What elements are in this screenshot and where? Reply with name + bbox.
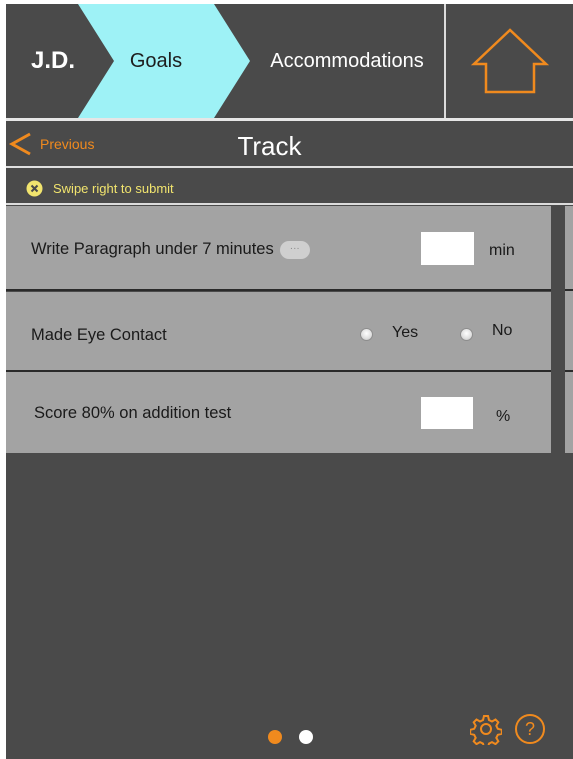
track-screen: J.D. Goals Accommodations Previous Track (6, 4, 573, 759)
next-card-peek (565, 206, 573, 453)
nav-bar: Previous Track (6, 121, 573, 169)
help-circle-icon: ? (515, 714, 545, 744)
score-unit: % (496, 408, 511, 425)
home-icon (470, 28, 549, 94)
row-divider (6, 289, 551, 291)
close-circle-icon (26, 180, 43, 196)
radio-yes-label: Yes (392, 324, 419, 341)
swipe-hint: Swipe right to submit (26, 178, 174, 198)
goal-label: Made Eye Contact (31, 326, 167, 344)
goal-label-text: Write Paragraph under 7 minutes (31, 240, 274, 258)
duration-unit: min (489, 242, 515, 259)
duration-input[interactable] (421, 232, 474, 265)
radio-no[interactable] (460, 328, 473, 341)
goal-row: Score 80% on addition test % (6, 372, 551, 453)
next-card-divider (565, 370, 573, 372)
page-title: Track (237, 131, 302, 161)
hint-divider (6, 203, 573, 205)
more-options-icon[interactable]: ··· (279, 240, 310, 259)
nav-divider (6, 166, 573, 168)
goal-label: Write Paragraph under 7 minutes ··· (31, 240, 310, 259)
home-button[interactable] (446, 4, 573, 118)
breadcrumb-accommodations[interactable]: Accommodations (252, 4, 442, 118)
page-dot-1[interactable] (268, 730, 282, 744)
radio-no-label: No (492, 322, 513, 339)
gear-icon (469, 715, 503, 749)
breadcrumb-accommodations-label: Accommodations (270, 49, 424, 72)
help-button[interactable]: ? (514, 713, 546, 745)
breadcrumb-student-label: J.D. (31, 47, 76, 74)
settings-button[interactable] (469, 713, 503, 749)
header-bar: J.D. Goals Accommodations (6, 4, 573, 118)
radio-yes[interactable] (360, 328, 373, 341)
goal-row: Write Paragraph under 7 minutes ··· min (6, 206, 551, 289)
swipe-hint-text: Swipe right to submit (53, 180, 174, 196)
next-card-divider (565, 289, 573, 291)
svg-text:?: ? (525, 719, 535, 739)
goal-label: Score 80% on addition test (34, 404, 232, 422)
page-dot-2[interactable] (299, 730, 313, 744)
breadcrumb-goals[interactable]: Goals (106, 4, 206, 118)
goal-row: Made Eye Contact Yes No (6, 292, 551, 370)
score-input[interactable] (421, 397, 473, 429)
breadcrumb-goals-label: Goals (129, 49, 183, 72)
